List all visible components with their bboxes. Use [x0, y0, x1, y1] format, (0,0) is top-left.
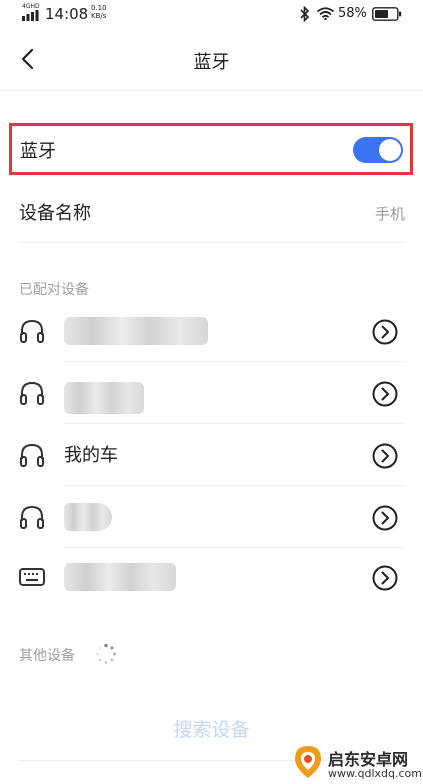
wifi-icon [317, 7, 334, 20]
toggle-knob [379, 139, 401, 161]
headphones-icon [20, 505, 44, 529]
paired-device-row[interactable] [0, 362, 423, 424]
device-details-icon[interactable] [371, 380, 399, 408]
device-details-icon[interactable] [371, 564, 399, 592]
paired-device-row[interactable] [0, 546, 423, 608]
nav-bar: 蓝牙 [0, 30, 423, 90]
network-speed: 0.10 KB/s [91, 4, 107, 20]
blurred-device-name [64, 503, 112, 531]
blurred-device-name [64, 317, 208, 345]
device-name-label: 设备名称 [19, 203, 91, 224]
watermark-logo-icon [295, 746, 321, 778]
signal-icon [22, 10, 39, 21]
battery-icon [372, 7, 402, 21]
headphones-icon [20, 319, 44, 343]
divider [19, 242, 405, 243]
bluetooth-toggle[interactable] [353, 137, 403, 163]
blurred-device-name [64, 382, 144, 414]
paired-device-row[interactable] [0, 300, 423, 362]
blurred-device-name [64, 563, 176, 591]
other-devices-section-label: 其他设备 [19, 648, 75, 664]
device-name: 我的车 [64, 445, 118, 466]
keyboard-icon [19, 568, 45, 586]
bluetooth-status-icon [300, 6, 310, 22]
device-details-icon[interactable] [371, 504, 399, 532]
loading-spinner-icon [96, 643, 116, 664]
page-title: 蓝牙 [193, 52, 230, 73]
device-details-icon[interactable] [371, 318, 399, 346]
headphones-icon [20, 443, 44, 467]
device-name-value: 手机 [374, 205, 405, 223]
paired-devices-section-label: 已配对设备 [19, 282, 89, 298]
bluetooth-toggle-row[interactable]: 蓝牙 [9, 123, 413, 175]
battery-percent: 58% [338, 6, 367, 21]
paired-device-row[interactable]: 我的车 [0, 424, 423, 486]
device-name-row[interactable]: 设备名称 手机 [0, 185, 423, 243]
paired-device-row[interactable] [0, 486, 423, 548]
watermark-url: www.qdlxdq.com [328, 767, 422, 780]
watermark: 启东安卓网 www.qdlxdq.com [292, 742, 423, 784]
status-bar: 4GHD 14:08 0.10 KB/s 58% [0, 0, 423, 30]
bluetooth-label: 蓝牙 [20, 141, 56, 162]
clock: 14:08 [45, 5, 89, 23]
nav-divider [0, 90, 423, 91]
device-details-icon[interactable] [371, 442, 399, 470]
headphones-icon [20, 381, 44, 405]
